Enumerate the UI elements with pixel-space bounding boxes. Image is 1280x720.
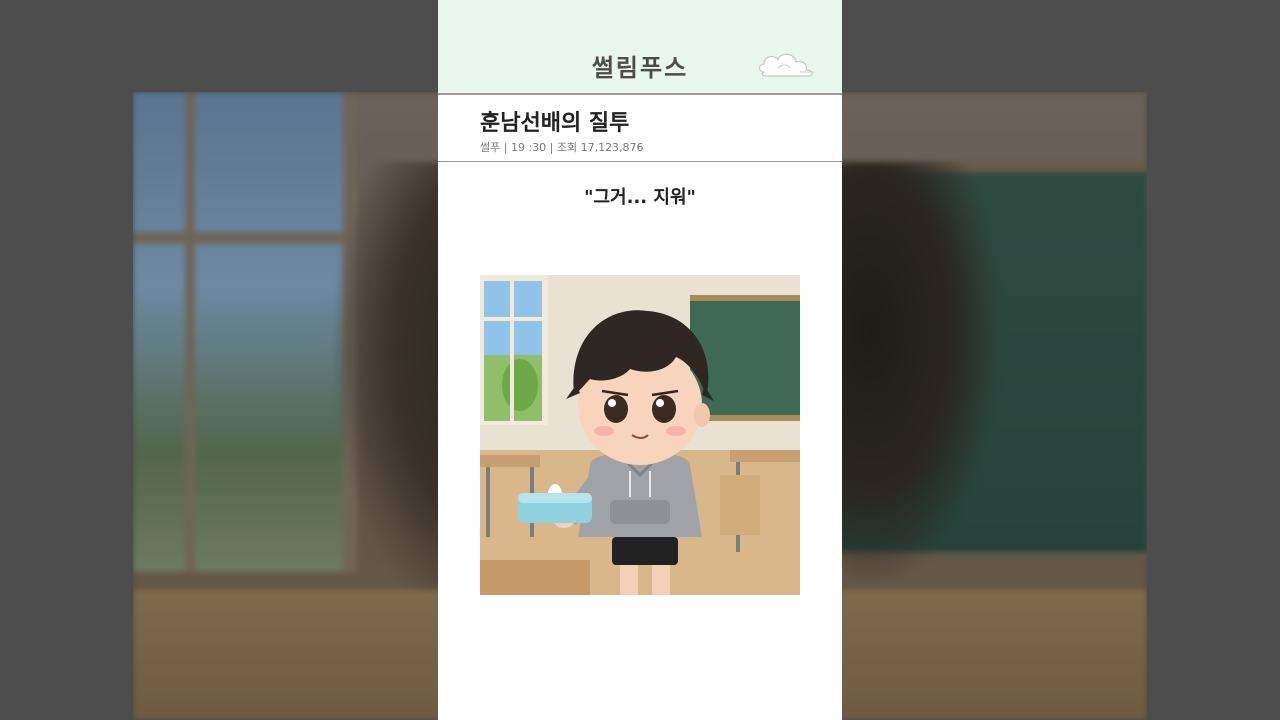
cloud-icon: [758, 53, 814, 77]
post-meta: 썰푸 | 19 :30 | 조회 17,123,876: [480, 141, 644, 154]
post-card: 썰림푸스 훈남선배의 질투 썰푸 | 19 :30 | 조회 17,123,87…: [438, 0, 842, 720]
illustration-drawing: [480, 275, 800, 595]
post-header: 훈남선배의 질투 썰푸 | 19 :30 | 조회 17,123,876: [438, 95, 842, 162]
post-title: 훈남선배의 질투: [480, 111, 630, 136]
video-frame: 썰림푸스 훈남선배의 질투 썰푸 | 19 :30 | 조회 17,123,87…: [0, 0, 1280, 720]
background-window: [133, 92, 357, 572]
illustration-image: [480, 275, 800, 595]
site-header: 썰림푸스: [438, 0, 842, 95]
post-caption: "그거... 지워": [584, 187, 696, 208]
background-hair-right: [838, 162, 998, 582]
